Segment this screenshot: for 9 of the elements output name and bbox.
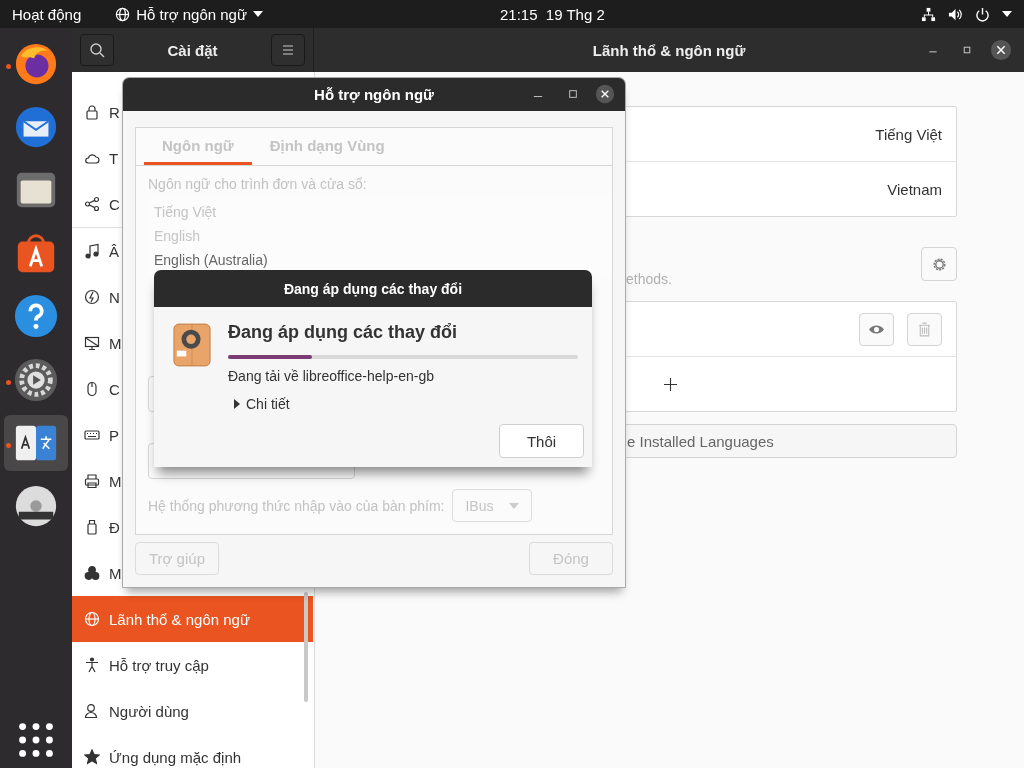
status-text: Đang tải về libreoffice-help-en-gb: [228, 368, 435, 384]
progress-heading: Đang áp dụng các thay đổi: [228, 322, 459, 343]
window-title: Lãnh thổ & ngôn ngữ: [592, 41, 746, 59]
sidebar-title: Cài đặt: [167, 41, 218, 59]
input-method-label: Hệ thống phương thức nhập vào của bàn phím:: [148, 497, 445, 514]
list-label: Ngôn ngữ cho trình đơn và cửa sổ:: [148, 176, 368, 192]
dialog-title: Hỗ trợ ngôn ngữ: [314, 86, 434, 103]
input-sources-hint: ethods.: [626, 271, 672, 287]
dialog-title: Đang áp dụng các thay đổi: [283, 280, 463, 297]
